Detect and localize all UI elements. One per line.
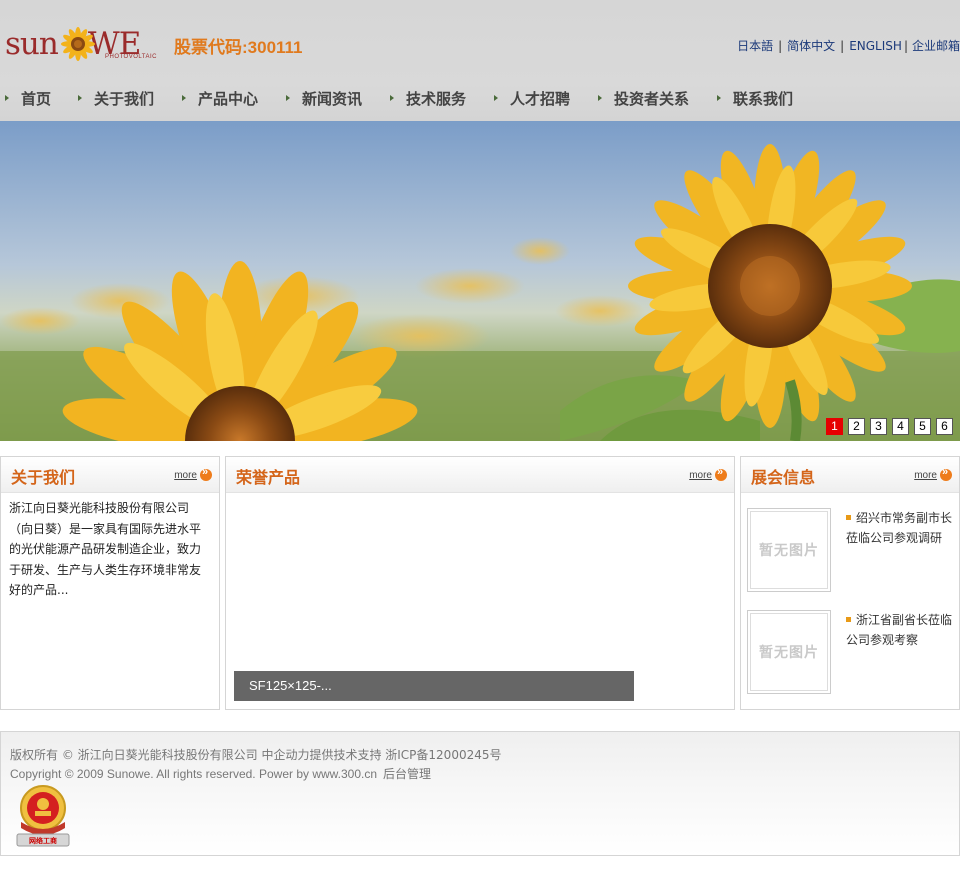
logo-subtitle: PHOTOVOLTAIC xyxy=(105,54,158,60)
expo-item-title[interactable]: 绍兴市常务副市长莅临公司参观调研 xyxy=(846,508,958,548)
nav-item-label: 首页 xyxy=(21,89,52,108)
expo-more-link[interactable]: more xyxy=(914,466,952,481)
expo-panel-title: 展会信息 xyxy=(751,468,816,487)
banner-pager: 1 2 3 4 5 6 xyxy=(826,418,953,435)
pager-button-3[interactable]: 3 xyxy=(870,418,887,435)
logo-text-left: sun xyxy=(5,26,59,62)
site-header: sun we xyxy=(0,0,960,121)
pager-button-2[interactable]: 2 xyxy=(848,418,865,435)
more-label: more xyxy=(174,469,197,481)
sunflower-field-image xyxy=(0,121,960,441)
expo-item[interactable]: 暂无图片 绍兴市常务副市长莅临公司参观调研 xyxy=(747,508,957,594)
nav-arrow-icon xyxy=(494,95,498,101)
no-image-placeholder: 暂无图片 xyxy=(750,511,828,589)
expo-item-title[interactable]: 浙江省副省长莅临公司参观考察 xyxy=(846,610,958,650)
hero-banner: 1 2 3 4 5 6 xyxy=(0,121,960,441)
nav-item-label: 投资者关系 xyxy=(614,89,690,108)
about-panel-title: 关于我们 xyxy=(11,468,76,487)
nav-arrow-icon xyxy=(5,95,9,101)
nav-item-investor-relations[interactable]: 投资者关系 xyxy=(598,86,689,110)
nav-item-news[interactable]: 新闻资讯 xyxy=(286,86,362,110)
pager-button-4[interactable]: 4 xyxy=(892,418,909,435)
about-panel-header: 关于我们 more xyxy=(1,457,219,493)
stock-code: 股票代码:300111 xyxy=(174,38,303,57)
expo-thumbnail[interactable]: 暂无图片 xyxy=(747,610,831,694)
nav-arrow-icon xyxy=(182,95,186,101)
nav-item-label: 技术服务 xyxy=(406,89,467,108)
corporate-email-link[interactable]: 企业邮箱 xyxy=(912,39,960,53)
nav-arrow-icon xyxy=(286,95,290,101)
sunowe-logo[interactable]: sun we xyxy=(5,24,157,66)
nav-item-label: 联系我们 xyxy=(733,89,794,108)
nav-item-label: 关于我们 xyxy=(94,89,155,108)
badge-label: 网络工商 xyxy=(29,836,57,845)
bullet-icon xyxy=(846,617,851,622)
lang-english-link[interactable]: ENGLISH xyxy=(849,39,902,53)
site-footer: 版权所有 © 浙江向日葵光能科技股份有限公司 中企动力提供技术支持 浙ICP备1… xyxy=(0,731,960,856)
footer-copyright-cn: 版权所有 © 浙江向日葵光能科技股份有限公司 中企动力提供技术支持 浙ICP备1… xyxy=(10,748,502,762)
more-arrow-icon xyxy=(715,466,727,481)
nav-arrow-icon xyxy=(78,95,82,101)
more-arrow-icon xyxy=(200,466,212,481)
about-text: 浙江向日葵光能科技股份有限公司（向日葵）是一家具有国际先进水平的光伏能源产品研发… xyxy=(9,501,202,597)
expo-thumbnail[interactable]: 暂无图片 xyxy=(747,508,831,592)
about-panel: 关于我们 more 浙江向日葵光能科技股份有限公司（向日葵）是一家具有国际先进水… xyxy=(0,456,220,710)
network-business-badge-icon[interactable]: 网络工商 xyxy=(15,784,71,848)
admin-link[interactable]: 后台管理 xyxy=(383,767,431,781)
nav-item-home[interactable]: 首页 xyxy=(5,86,51,110)
nav-item-about[interactable]: 关于我们 xyxy=(78,86,154,110)
bullet-icon xyxy=(846,515,851,520)
honor-panel-header: 荣誉产品 more xyxy=(226,457,734,493)
footer-copyright-en: Copyright © 2009 Sunowe. All rights rese… xyxy=(10,765,431,782)
nav-arrow-icon xyxy=(390,95,394,101)
honor-products-panel: 荣誉产品 more SF125×125-... xyxy=(225,456,735,710)
more-arrow-icon xyxy=(940,466,952,481)
pager-button-1[interactable]: 1 xyxy=(826,418,843,435)
lang-japanese-link[interactable]: 日本語 xyxy=(737,39,773,53)
main-nav: 首页 关于我们 产品中心 新闻资讯 技术服务 人才招聘 投资者关系 联系我们 xyxy=(0,86,960,112)
footer-copyright-text: Copyright © 2009 Sunowe. All rights rese… xyxy=(10,767,378,781)
expo-item-text: 绍兴市常务副市长莅临公司参观调研 xyxy=(846,511,953,545)
nav-item-careers[interactable]: 人才招聘 xyxy=(494,86,570,110)
nav-item-contact[interactable]: 联系我们 xyxy=(717,86,793,110)
nav-item-tech-service[interactable]: 技术服务 xyxy=(390,86,466,110)
nav-item-label: 产品中心 xyxy=(198,89,259,108)
expo-panel: 展会信息 more 暂无图片 绍兴市常务副市长莅临公司参观调研 暂无图片 浙江省… xyxy=(740,456,960,710)
no-image-placeholder: 暂无图片 xyxy=(750,613,828,691)
about-more-link[interactable]: more xyxy=(174,466,212,481)
lang-simplified-chinese-link[interactable]: 简体中文 xyxy=(787,39,835,53)
pager-button-6[interactable]: 6 xyxy=(936,418,953,435)
honor-more-link[interactable]: more xyxy=(689,466,727,481)
expo-item[interactable]: 暂无图片 浙江省副省长莅临公司参观考察 xyxy=(747,610,957,696)
expo-panel-header: 展会信息 more xyxy=(741,457,959,493)
nav-arrow-icon xyxy=(598,95,602,101)
expo-item-text: 浙江省副省长莅临公司参观考察 xyxy=(846,613,953,647)
honor-panel-title: 荣誉产品 xyxy=(236,468,301,487)
nav-item-label: 新闻资讯 xyxy=(302,89,363,108)
nav-item-label: 人才招聘 xyxy=(510,89,571,108)
product-caption[interactable]: SF125×125-... xyxy=(234,671,634,701)
language-links: 日本語 | 简体中文 | ENGLISH | 企业邮箱 xyxy=(737,39,960,53)
nav-arrow-icon xyxy=(717,95,721,101)
more-label: more xyxy=(689,469,712,481)
more-label: more xyxy=(914,469,937,481)
nav-item-products[interactable]: 产品中心 xyxy=(182,86,258,110)
pager-button-5[interactable]: 5 xyxy=(914,418,931,435)
sunflower-icon xyxy=(61,27,95,61)
